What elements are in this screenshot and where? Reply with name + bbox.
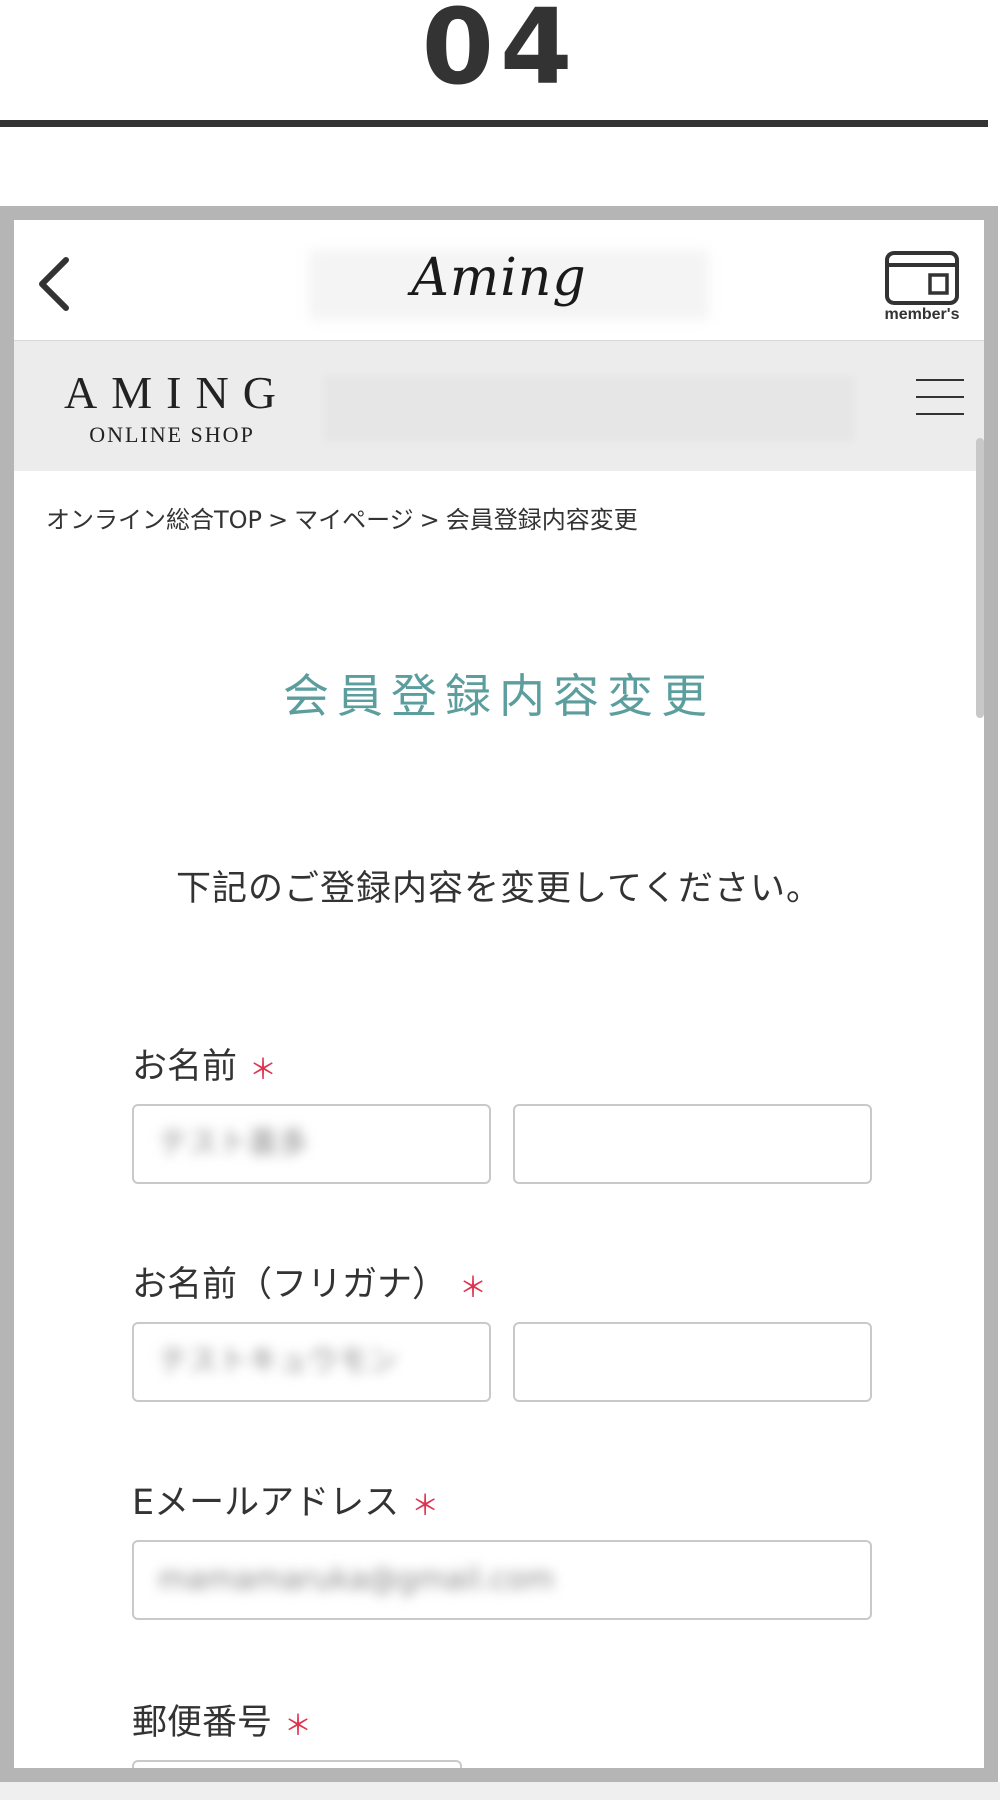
last-name-kana-input[interactable]: テストキュウモン [132,1322,491,1402]
step-divider [0,120,988,127]
kana-label-text: お名前（フリガナ） [132,1265,448,1305]
email-label-text: Eメールアドレス [132,1483,400,1523]
bottom-strip [0,1782,1000,1800]
email-input[interactable]: mamamaruka@gmail.com [132,1540,872,1620]
step-number: 04 [421,0,579,108]
hamburger-menu-icon[interactable] [916,379,964,419]
shop-bar: AMING ONLINE SHOP [14,341,984,471]
breadcrumb-separator: > [419,506,440,534]
zip-label-text: 郵便番号 [132,1703,273,1743]
last-name-kana-value: テストキュウモン [158,1344,398,1379]
first-name-kana-input[interactable] [513,1322,872,1402]
instruction-text: 下記のご登録内容を変更してください。 [176,869,822,909]
breadcrumb: オンライン総合TOP > マイページ > 会員登録内容変更 [46,500,638,535]
phone-frame: Aming member's AMING ONLINE SHOP オンライン総合… [0,206,998,1782]
member-label: member's [884,306,960,323]
phone-screen: Aming member's AMING ONLINE SHOP オンライン総合… [14,220,984,1768]
kana-label: お名前（フリガナ） ＊ [132,1256,487,1307]
required-mark: ＊ [249,1053,278,1086]
shop-logo[interactable]: AMING ONLINE SHOP [52,367,292,449]
member-card-button[interactable]: member's [882,250,962,330]
zip-label: 郵便番号 ＊ [132,1694,312,1745]
required-mark: ＊ [411,1489,440,1522]
page-title: 会員登録内容変更 [283,669,715,723]
breadcrumb-item-mypage[interactable]: マイページ [294,506,414,534]
last-name-value: テスト喜多 [158,1126,308,1161]
breadcrumb-separator: > [268,506,289,534]
app-header: Aming member's [14,220,984,341]
required-mark: ＊ [284,1709,313,1742]
breadcrumb-item-current: 会員登録内容変更 [445,506,638,534]
app-logo[interactable]: Aming [374,248,624,308]
shop-bar-banner [324,376,854,441]
zip-input[interactable] [132,1760,462,1768]
first-name-input[interactable] [513,1104,872,1184]
email-value: mamamaruka@gmail.com [158,1562,555,1597]
shop-name: AMING [64,367,290,418]
member-card-icon [885,251,959,305]
name-label-text: お名前 [132,1047,238,1087]
back-arrow-icon[interactable] [34,254,74,314]
required-mark: ＊ [459,1271,488,1304]
email-label: Eメールアドレス ＊ [132,1474,439,1525]
shop-subtitle: ONLINE SHOP [89,422,255,447]
last-name-input[interactable]: テスト喜多 [132,1104,491,1184]
breadcrumb-item-top[interactable]: オンライン総合TOP [46,506,262,534]
name-label: お名前 ＊ [132,1038,277,1089]
